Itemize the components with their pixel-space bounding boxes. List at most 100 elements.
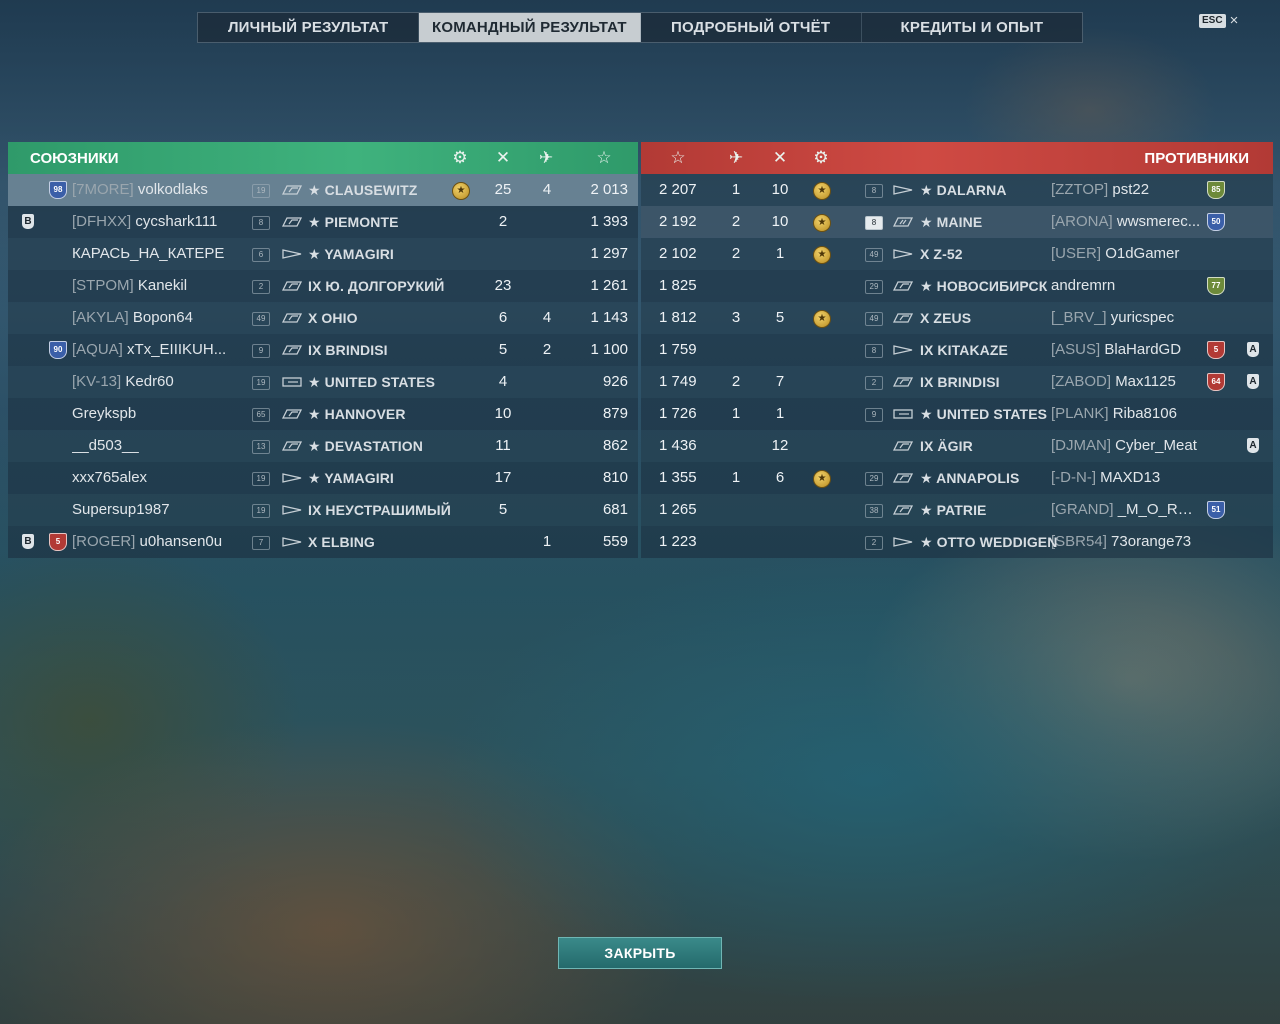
player-name[interactable]: [_BRV_] yuricspec xyxy=(1051,302,1201,334)
player-row[interactable]: 50 [ARONA] wwsmerec... 8 ★ MAINE ★ 10 2 2 192 xyxy=(641,206,1273,238)
player-row[interactable]: 90 [AQUA] xTx_EIIIKUH... 9 IX BRINDISI 5 2 1 1… xyxy=(8,334,638,366)
player-name[interactable]: [PLANK] Riba8106 xyxy=(1051,398,1201,430)
player-name[interactable]: [ZABOD] Max1125 xyxy=(1051,366,1201,398)
player-row[interactable]: A 64 [ZABOD] Max1125 2 IX BRINDISI 7 2 1 749 xyxy=(641,366,1273,398)
player-row[interactable]: xxx765alex 19 ★ YAMAGIRI 17 810 xyxy=(8,462,638,494)
medal-icon: ★ xyxy=(813,310,831,328)
player-level-badge: 2 xyxy=(865,376,883,390)
frags-value: 1 xyxy=(775,405,785,422)
player-row[interactable]: Greykspb 65 ★ HANNOVER 10 879 xyxy=(8,398,638,430)
player-name[interactable]: xxx765alex xyxy=(72,462,252,494)
medal-icon: ★ xyxy=(452,182,470,200)
player-name[interactable]: [USER] O1dGamer xyxy=(1051,238,1201,270)
division-badge: A xyxy=(1247,342,1259,357)
battleship-class-icon xyxy=(282,174,302,206)
player-name[interactable]: [STPOM] Kanekil xyxy=(72,270,252,302)
player-row[interactable]: __d503__ 13 ★ DEVASTATION 11 862 xyxy=(8,430,638,462)
planes-icon: ✈ xyxy=(538,148,554,167)
division-badge: A xyxy=(1247,374,1259,389)
xp-value: 681 xyxy=(602,501,628,518)
tab-bar: ЛИЧНЫЙ РЕЗУЛЬТАТ КОМАНДНЫЙ РЕЗУЛЬТАТ ПОД… xyxy=(197,12,1083,43)
ship-name: ★ UNITED STATES xyxy=(308,374,436,390)
frags-value: 5 xyxy=(498,341,508,358)
player-name[interactable]: [ROGER] u0hansen0u xyxy=(72,526,252,558)
player-row[interactable]: КАРАСЬ_НА_КАТЕРЕ 6 ★ YAMAGIRI 1 297 xyxy=(8,238,638,270)
player-nickname: _M_O_R_P... xyxy=(1117,501,1201,518)
player-row[interactable]: 85 [ZZTOP] pst22 8 ★ DALARNA ★ 10 1 2 207 xyxy=(641,174,1273,206)
player-name[interactable]: [ARONA] wwsmerec... xyxy=(1051,206,1201,238)
esc-close-button[interactable]: ESC × xyxy=(1199,13,1238,28)
player-name[interactable]: [SBR54] 73orange73 xyxy=(1051,526,1201,558)
battleship-class-icon xyxy=(893,430,913,462)
player-name[interactable]: [ASUS] BlaHardGD xyxy=(1051,334,1201,366)
player-level-badge: 19 xyxy=(252,472,270,486)
player-row[interactable]: [SBR54] 73orange73 2 ★ OTTO WEDDIGEN 1 223 xyxy=(641,526,1273,558)
ship-name: IX BRINDISI xyxy=(920,374,1000,390)
clan-rank-badge: 85 xyxy=(1207,181,1225,199)
close-button[interactable]: ЗАКРЫТЬ xyxy=(558,937,722,969)
destroyer-class-icon xyxy=(893,174,913,206)
clan-tag: [ASUS] xyxy=(1051,341,1101,358)
player-level-badge: 29 xyxy=(865,472,883,486)
player-row[interactable]: [KV-13] Kedr60 19 ★ UNITED STATES 4 926 xyxy=(8,366,638,398)
player-nickname: Kanekil xyxy=(137,277,188,294)
battleship-class-icon xyxy=(282,206,302,238)
player-name[interactable]: [-D-N-] MAXD13 xyxy=(1051,462,1201,494)
player-name[interactable]: [AQUA] xTx_EIIIKUH... xyxy=(72,334,252,366)
player-name[interactable]: [DFHXX] cycshark111 xyxy=(72,206,252,238)
xp-value: 1 726 xyxy=(659,405,697,422)
player-row[interactable]: 98 [7MORE] volkodlaks 19 ★ CLAUSEWITZ ★ 25 4 2 … xyxy=(8,174,638,206)
player-row[interactable]: B 5 [ROGER] u0hansen0u 7 X ELBING 1 559 xyxy=(8,526,638,558)
player-row[interactable]: 51 [GRAND] _M_O_R_P... 38 ★ PATRIE 1 265 xyxy=(641,494,1273,526)
player-name[interactable]: КАРАСЬ_НА_КАТЕРЕ xyxy=(72,238,252,270)
ship-name: ★ HANNOVER xyxy=(308,406,406,422)
carrier-class-icon xyxy=(893,398,913,430)
tab-team-result[interactable]: КОМАНДНЫЙ РЕЗУЛЬТАТ xyxy=(419,13,641,42)
tab-credits-xp[interactable]: КРЕДИТЫ И ОПЫТ xyxy=(862,13,1082,42)
player-name[interactable]: Supersup1987 xyxy=(72,494,252,526)
player-name[interactable]: __d503__ xyxy=(72,430,252,462)
planes-value: 1 xyxy=(731,469,741,486)
frags-value: 5 xyxy=(498,501,508,518)
player-row[interactable]: Supersup1987 19 IX НЕУСТРАШИМЫЙ 5 681 xyxy=(8,494,638,526)
player-row[interactable]: [USER] O1dGamer 49 X Z-52 ★ 1 2 2 102 xyxy=(641,238,1273,270)
player-name[interactable]: [7MORE] volkodlaks xyxy=(72,174,252,206)
player-level-badge: 9 xyxy=(252,344,270,358)
player-row[interactable]: [STPOM] Kanekil 2 IX Ю. ДОЛГОРУКИЙ 23 1 261 xyxy=(8,270,638,302)
player-level-badge: 19 xyxy=(252,504,270,518)
player-level-badge: 49 xyxy=(252,312,270,326)
medal-icon: ★ xyxy=(813,214,831,232)
tab-personal-result[interactable]: ЛИЧНЫЙ РЕЗУЛЬТАТ xyxy=(198,13,420,42)
player-row[interactable]: [_BRV_] yuricspec 49 X ZEUS ★ 5 3 1 812 xyxy=(641,302,1273,334)
player-row[interactable]: A 5 [ASUS] BlaHardGD 8 IX KITAKAZE 1 759 xyxy=(641,334,1273,366)
xp-value: 1 393 xyxy=(590,213,628,230)
planes-value: 2 xyxy=(731,373,741,390)
battleship-class-icon xyxy=(282,334,302,366)
ship-name: X Z-52 xyxy=(920,246,963,262)
player-name[interactable]: [ZZTOP] pst22 xyxy=(1051,174,1201,206)
player-name[interactable]: andremrn xyxy=(1051,270,1201,302)
player-name[interactable]: [DJMAN] Cyber_Meat xyxy=(1051,430,1201,462)
tab-detailed-report[interactable]: ПОДРОБНЫЙ ОТЧЁТ xyxy=(641,13,862,42)
enemies-panel: ☆ ✈ ✕ ⚙ ПРОТИВНИКИ 85 [ZZTOP] pst22 8 ★ DAL… xyxy=(641,142,1273,558)
player-row[interactable]: 77 andremrn 29 ★ НОВОСИБИРСК 1 825 xyxy=(641,270,1273,302)
clan-rank-badge: 90 xyxy=(49,341,67,359)
ship-name: X OHIO xyxy=(308,310,358,326)
player-level-badge: 49 xyxy=(865,248,883,262)
player-row[interactable]: [PLANK] Riba8106 9 ★ UNITED STATES 1 1 1 726 xyxy=(641,398,1273,430)
player-level-badge: 49 xyxy=(865,312,883,326)
xp-value: 2 192 xyxy=(659,213,697,230)
frags-value: 25 xyxy=(494,181,512,198)
player-name[interactable]: [KV-13] Kedr60 xyxy=(72,366,252,398)
player-name[interactable]: [GRAND] _M_O_R_P... xyxy=(1051,494,1201,526)
player-row[interactable]: [-D-N-] MAXD13 29 ★ ANNAPOLIS ★ 6 1 1 355 xyxy=(641,462,1273,494)
frags-value: 10 xyxy=(494,405,512,422)
xp-star-icon: ☆ xyxy=(596,148,612,167)
player-row[interactable]: B [DFHXX] cycshark111 8 ★ PIEMONTE 2 1 393 xyxy=(8,206,638,238)
player-name[interactable]: [AKYLA] Bopon64 xyxy=(72,302,252,334)
ship-name: ★ НОВОСИБИРСК xyxy=(920,278,1048,294)
xp-value: 1 143 xyxy=(590,309,628,326)
player-row[interactable]: A [DJMAN] Cyber_Meat IX ÄGIR 12 1 436 xyxy=(641,430,1273,462)
player-row[interactable]: [AKYLA] Bopon64 49 X OHIO 6 4 1 143 xyxy=(8,302,638,334)
player-name[interactable]: Greykspb xyxy=(72,398,252,430)
